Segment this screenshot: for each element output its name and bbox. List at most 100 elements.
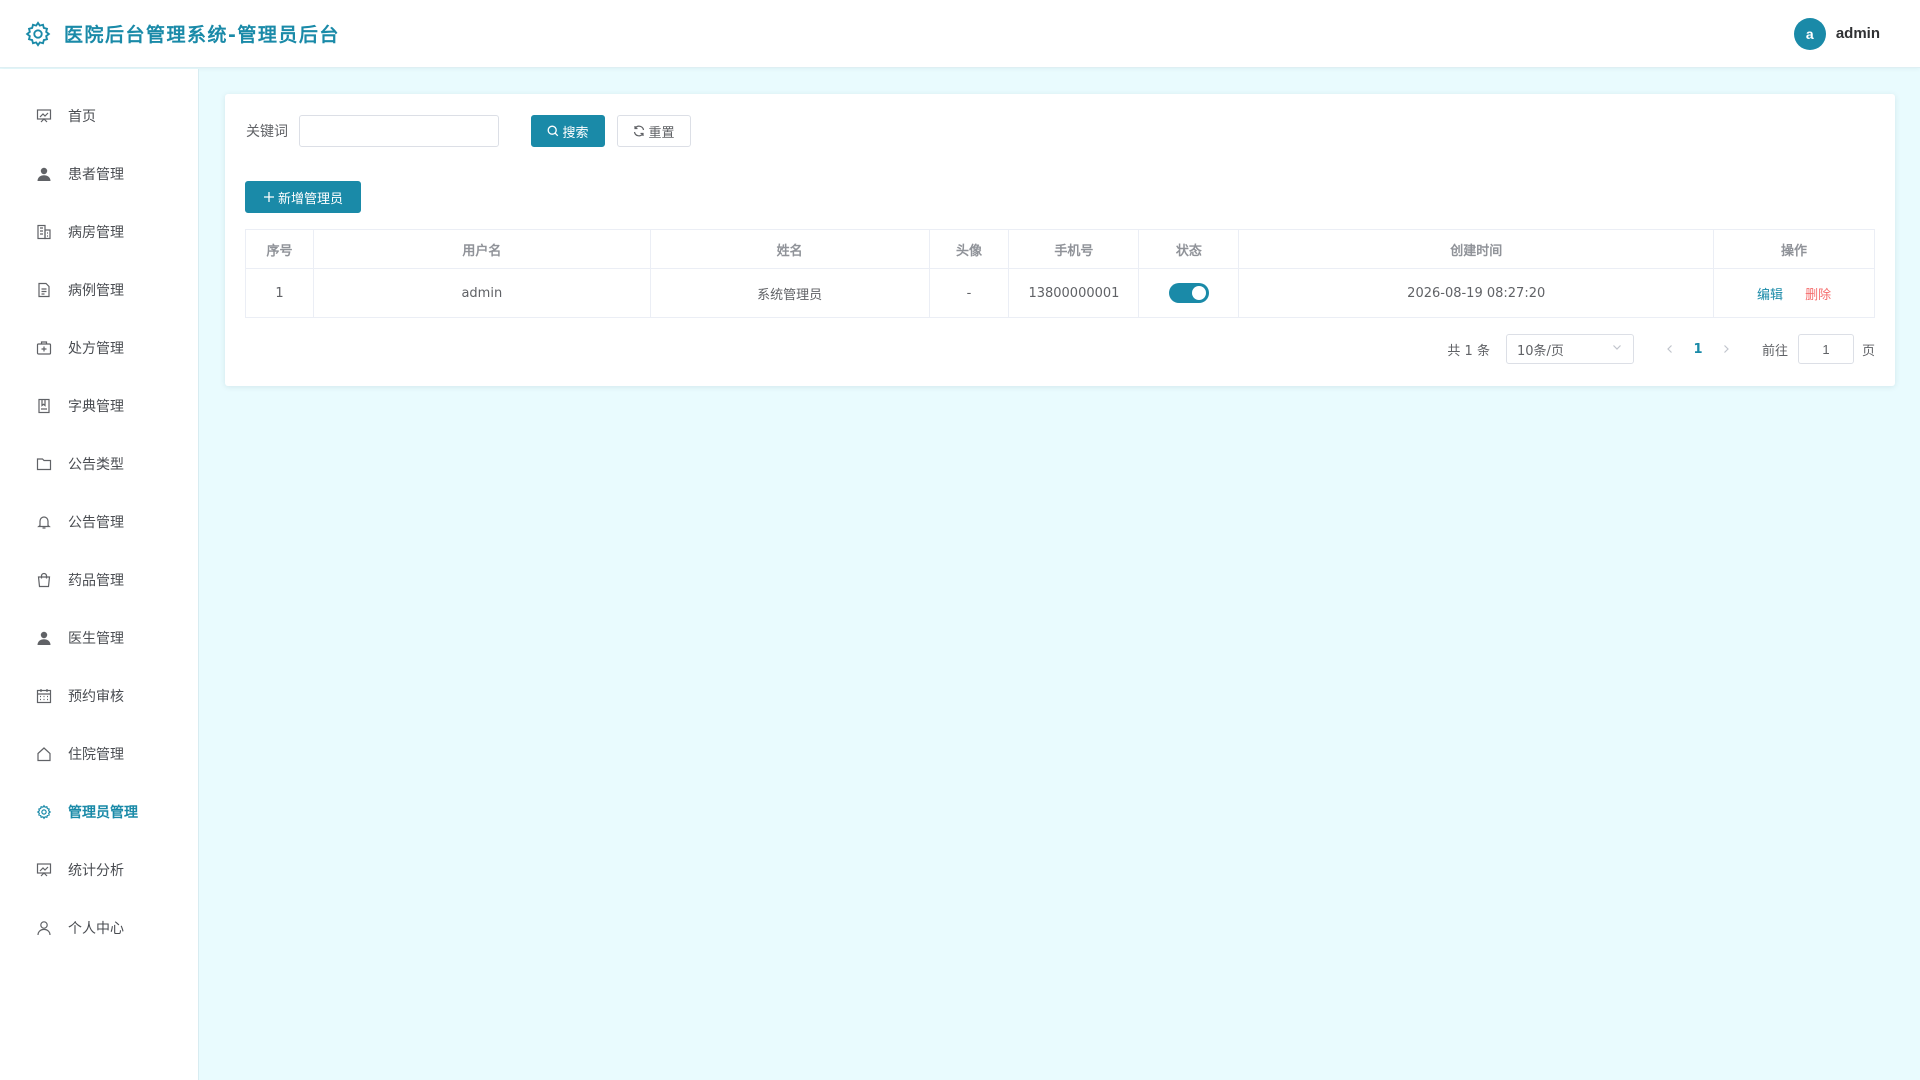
app-title: 医院后台管理系统-管理员后台 <box>64 24 340 46</box>
sidebar-item-cases[interactable]: 病例管理 <box>0 261 198 319</box>
avatar[interactable]: a <box>1793 17 1826 50</box>
next-page-button[interactable] <box>1714 335 1738 363</box>
sidebar-item-home[interactable]: 首页 <box>0 87 198 145</box>
refresh-icon <box>633 125 645 137</box>
goto-page-input[interactable] <box>1797 334 1854 364</box>
sidebar: 首页 患者管理 病房管理 病例管理 处方管理 字典管理 公告类型 公告管理 药品… <box>0 69 199 1080</box>
chart-board-icon <box>34 106 54 126</box>
admin-table: 序号 用户名 姓名 头像 手机号 状态 创建时间 操作 1 admin 系统管理… <box>245 229 1875 318</box>
sidebar-item-prescriptions[interactable]: 处方管理 <box>0 319 198 377</box>
add-admin-button[interactable]: 新增管理员 <box>245 181 361 213</box>
keyword-input[interactable] <box>299 115 499 147</box>
sidebar-item-label: 医生管理 <box>68 631 124 647</box>
toggle-knob <box>1191 286 1206 300</box>
sidebar-item-label: 统计分析 <box>68 863 124 879</box>
status-toggle[interactable] <box>1168 283 1209 303</box>
column-header-avatar: 头像 <box>928 229 1010 269</box>
search-button-label: 搜索 <box>562 125 589 141</box>
sidebar-item-patients[interactable]: 患者管理 <box>0 145 198 203</box>
cell-phone: 13800000001 <box>1008 268 1140 318</box>
chevron-down-icon <box>1611 341 1623 357</box>
page-size-value: 10条/页 <box>1516 343 1564 359</box>
sidebar-item-label: 住院管理 <box>68 747 124 763</box>
gear-icon <box>24 20 52 48</box>
reset-button[interactable]: 重置 <box>617 115 691 147</box>
document-icon <box>34 280 54 300</box>
sidebar-item-notices[interactable]: 公告管理 <box>0 493 198 551</box>
sidebar-item-wards[interactable]: 病房管理 <box>0 203 198 261</box>
search-icon <box>547 125 559 137</box>
sidebar-item-label: 字典管理 <box>68 399 124 415</box>
gear-icon <box>34 802 54 822</box>
first-aid-kit-icon <box>34 338 54 358</box>
calendar-icon <box>34 686 54 706</box>
page-size-select[interactable]: 10条/页 <box>1505 334 1634 364</box>
shopping-bag-icon <box>34 570 54 590</box>
edit-button[interactable]: 编辑 <box>1757 288 1783 303</box>
cell-index: 1 <box>245 268 314 318</box>
cell-name: 系统管理员 <box>649 268 930 318</box>
chevron-right-icon <box>1724 345 1729 353</box>
total-count: 共 1 条 <box>1447 343 1490 359</box>
top-header: 医院后台管理系统-管理员后台 a admin <box>0 0 1920 68</box>
search-bar: 关键词 搜索 重置 <box>246 115 691 147</box>
sidebar-item-label: 公告管理 <box>68 515 124 531</box>
sidebar-item-dictionary[interactable]: 字典管理 <box>0 377 198 435</box>
sidebar-item-label: 患者管理 <box>68 167 124 183</box>
sidebar-item-label: 处方管理 <box>68 341 124 357</box>
user-filled-icon <box>34 628 54 648</box>
notebook-icon <box>34 396 54 416</box>
pagination: 共 1 条 10条/页 1 前往 页 <box>1447 334 1875 364</box>
search-button[interactable]: 搜索 <box>531 115 605 147</box>
folder-icon <box>34 454 54 474</box>
table-header-row: 序号 用户名 姓名 头像 手机号 状态 创建时间 操作 <box>245 229 1875 269</box>
sidebar-item-inpatients[interactable]: 住院管理 <box>0 725 198 783</box>
sidebar-item-profile[interactable]: 个人中心 <box>0 899 198 957</box>
add-admin-label: 新增管理员 <box>277 191 343 207</box>
cell-avatar: - <box>928 268 1010 318</box>
page-number-current[interactable]: 1 <box>1682 342 1714 357</box>
delete-button[interactable]: 删除 <box>1805 288 1831 303</box>
user-filled-icon <box>34 164 54 184</box>
sidebar-item-notice-types[interactable]: 公告类型 <box>0 435 198 493</box>
sidebar-item-doctors[interactable]: 医生管理 <box>0 609 198 667</box>
user-menu[interactable]: a admin <box>1793 17 1920 50</box>
cell-username: admin <box>312 268 651 318</box>
sidebar-item-label: 预约审核 <box>68 689 124 705</box>
prev-page-button[interactable] <box>1658 335 1682 363</box>
chart-board-icon <box>34 860 54 880</box>
page-suffix: 页 <box>1861 343 1875 359</box>
sidebar-item-admins[interactable]: 管理员管理 <box>0 783 198 841</box>
column-header-created: 创建时间 <box>1238 229 1715 269</box>
column-header-name: 姓名 <box>649 229 930 269</box>
reset-button-label: 重置 <box>648 125 675 141</box>
building-icon <box>34 222 54 242</box>
sidebar-item-label: 药品管理 <box>68 573 124 589</box>
sidebar-item-label: 首页 <box>68 109 96 125</box>
keyword-label: 关键词 <box>246 124 288 140</box>
bell-icon <box>34 512 54 532</box>
chevron-left-icon <box>1667 345 1672 353</box>
goto-label: 前往 <box>1761 343 1788 359</box>
column-header-status: 状态 <box>1138 229 1240 269</box>
column-header-index: 序号 <box>245 229 314 269</box>
cell-actions: 编辑 删除 <box>1713 268 1875 318</box>
column-header-actions: 操作 <box>1713 229 1875 269</box>
cell-created: 2026-08-19 08:27:20 <box>1238 268 1715 318</box>
admin-list-card: 关键词 搜索 重置 新增管理员 序号 用户名 姓名 头像 手机号 状态 创建时间… <box>225 94 1895 386</box>
table-row: 1 admin 系统管理员 - 13800000001 2026-08-19 0… <box>245 268 1875 318</box>
user-outline-icon <box>34 918 54 938</box>
house-icon <box>34 744 54 764</box>
cell-status <box>1138 268 1240 318</box>
sidebar-item-label: 病例管理 <box>68 283 124 299</box>
sidebar-item-label: 个人中心 <box>68 921 124 937</box>
column-header-username: 用户名 <box>312 229 651 269</box>
sidebar-item-label: 病房管理 <box>68 225 124 241</box>
sidebar-item-label: 管理员管理 <box>68 805 138 821</box>
username[interactable]: admin <box>1836 25 1880 42</box>
plus-icon <box>263 191 275 203</box>
sidebar-item-statistics[interactable]: 统计分析 <box>0 841 198 899</box>
sidebar-item-medicines[interactable]: 药品管理 <box>0 551 198 609</box>
column-header-phone: 手机号 <box>1008 229 1140 269</box>
sidebar-item-appointments[interactable]: 预约审核 <box>0 667 198 725</box>
